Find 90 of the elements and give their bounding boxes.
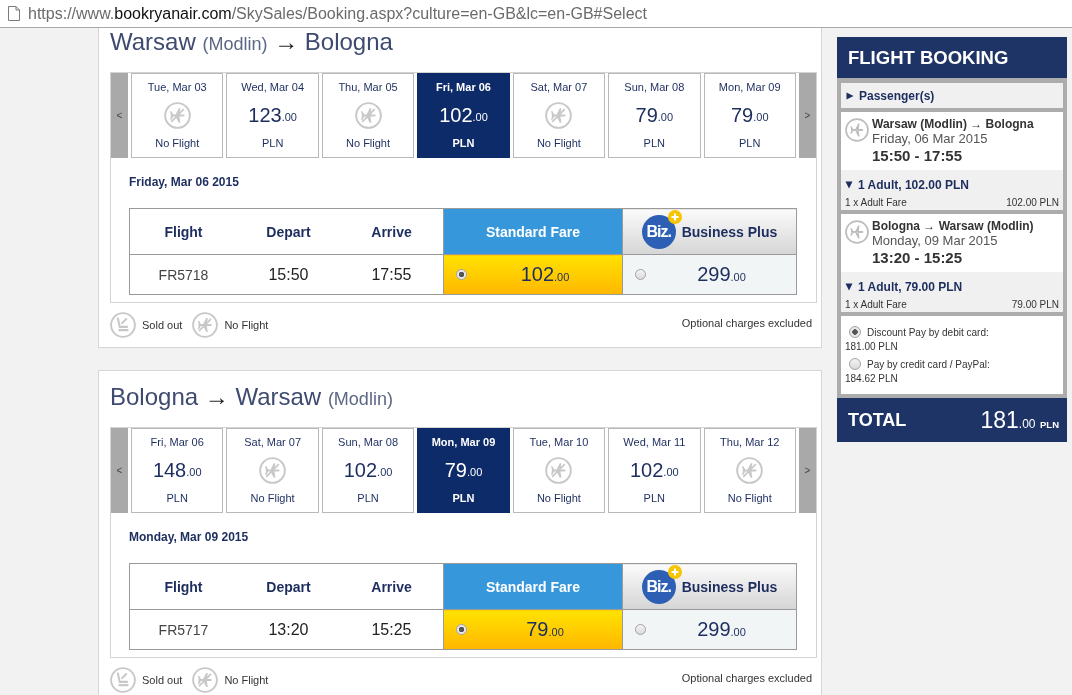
payment-label: Discount Pay by debit card: <box>867 326 989 338</box>
arrival-time: 17:55 <box>340 254 444 295</box>
departure-time: 15:50 <box>237 254 340 295</box>
fare-line-label: 1 x Adult Fare <box>845 299 907 311</box>
legend-label: No Flight <box>224 674 269 686</box>
plus-icon <box>667 209 682 224</box>
biz-logo: Biz. <box>641 214 676 249</box>
date-option[interactable]: Wed, Mar 11 102.00 PLN <box>608 428 701 513</box>
date-option[interactable]: Thu, Mar 12 No Flight <box>703 428 796 513</box>
date-option[interactable]: Thu, Mar 05 No Flight <box>321 73 415 158</box>
passengers-toggle[interactable]: Passenger(s) <box>841 83 1063 108</box>
address-field[interactable]: https://www.bookryanair.com/SkySales/Booking.aspx?culture=en-GB&lc=en-GB#Select <box>0 0 1072 28</box>
selected-date-heading: Friday, Mar 06 2015 <box>129 174 240 190</box>
seat-icon <box>110 667 136 693</box>
payment-amount: 184.62 PLN <box>845 372 899 386</box>
next-dates-button[interactable]: > <box>798 428 816 513</box>
fare-price: 299.00 <box>696 263 747 286</box>
total-label: TOTAL <box>848 409 907 431</box>
column-header: Standard Fare <box>443 208 623 255</box>
date-option[interactable]: Tue, Mar 03 No Flight <box>131 73 224 158</box>
route-title: Warsaw (Modlin) → Bologna <box>110 28 394 57</box>
date-option[interactable]: Sat, Mar 07 No Flight <box>512 73 606 158</box>
column-header: Depart <box>237 208 340 255</box>
column-label: Business Plus <box>681 223 778 240</box>
fare-radio[interactable] <box>455 269 467 280</box>
crossed-plane-icon <box>192 667 219 693</box>
plane-icon <box>845 118 869 142</box>
crossed-plane-icon <box>163 101 191 129</box>
sidebar-title: FLIGHT BOOKING <box>837 37 1067 78</box>
payment-amount: 181.00 PLN <box>845 340 899 354</box>
flight-number: FR5717 <box>129 609 237 650</box>
flight-times: 15:50 - 17:55 <box>872 147 964 165</box>
column-header: Flight <box>129 563 237 610</box>
fare-radio[interactable] <box>634 624 646 635</box>
crossed-plane-icon <box>736 456 764 484</box>
fare-price: 79.00 <box>525 618 565 641</box>
date-option[interactable]: Fri, Mar 06 102.00 PLN <box>417 73 510 158</box>
fare-summary-toggle[interactable]: 1 Adult, 79.00 PLN <box>845 280 963 294</box>
crossed-plane-icon <box>545 101 573 129</box>
legend-label: Sold out <box>142 674 183 686</box>
fare-line-amount: 79.00 PLN <box>1011 299 1059 311</box>
column-header: Standard Fare <box>443 563 623 610</box>
legend-label: No Flight <box>224 319 269 331</box>
flight-route: Bologna → Warsaw (Modlin) <box>872 219 1034 233</box>
date-option[interactable]: Fri, Mar 06 148.00 PLN <box>131 428 224 513</box>
payment-radio[interactable] <box>849 358 861 370</box>
fare-radio[interactable] <box>455 624 467 635</box>
plane-icon <box>845 220 869 244</box>
payment-radio[interactable] <box>849 326 861 338</box>
payment-label: Pay by credit card / PayPal: <box>867 358 990 370</box>
route-title: Bologna → Warsaw (Modlin) <box>110 383 394 412</box>
legend-label: Sold out <box>142 319 183 331</box>
flight-route: Warsaw (Modlin) → Bologna <box>872 117 1034 131</box>
crossed-plane-icon <box>354 101 382 129</box>
biz-logo: Biz. <box>641 569 676 604</box>
fare-radio[interactable] <box>634 269 646 280</box>
fare-price: 299.00 <box>696 618 747 641</box>
page-icon <box>8 6 20 21</box>
seat-icon <box>110 312 136 338</box>
flight-times: 13:20 - 15:25 <box>872 249 964 267</box>
selected-date-heading: Monday, Mar 09 2015 <box>129 529 250 545</box>
date-option[interactable]: Sun, Mar 08 79.00 PLN <box>608 73 701 158</box>
date-option[interactable]: Wed, Mar 04 123.00 PLN <box>226 73 319 158</box>
column-label: Business Plus <box>681 578 778 595</box>
charges-note: Optional charges excluded <box>681 672 812 684</box>
crossed-plane-icon <box>192 312 219 338</box>
previous-dates-button[interactable]: < <box>111 73 128 158</box>
crossed-plane-icon <box>545 456 573 484</box>
date-option[interactable]: Sat, Mar 07 No Flight <box>226 428 319 513</box>
flight-date: Friday, 06 Mar 2015 <box>872 131 989 147</box>
fare-line-label: 1 x Adult Fare <box>845 197 907 209</box>
fare-price: 102.00 <box>519 263 571 286</box>
flight-date: Monday, 09 Mar 2015 <box>872 233 999 249</box>
fare-summary-toggle[interactable]: 1 Adult, 102.00 PLN <box>845 178 969 192</box>
flight-number: FR5718 <box>129 254 237 295</box>
date-option[interactable]: Sun, Mar 08 102.00 PLN <box>321 428 415 513</box>
departure-time: 13:20 <box>237 609 340 650</box>
date-option[interactable]: Mon, Mar 09 79.00 PLN <box>417 428 510 513</box>
date-option[interactable]: Tue, Mar 10 No Flight <box>512 428 606 513</box>
arrival-time: 15:25 <box>340 609 444 650</box>
crossed-plane-icon <box>259 456 287 484</box>
total-amount: 181.00 PLN <box>980 406 1059 434</box>
charges-note: Optional charges excluded <box>681 317 812 329</box>
column-header: Depart <box>237 563 340 610</box>
plus-icon <box>667 564 682 579</box>
previous-dates-button[interactable]: < <box>111 428 128 513</box>
fare-line-amount: 102.00 PLN <box>1006 197 1059 209</box>
next-dates-button[interactable]: > <box>798 73 816 158</box>
column-header: Flight <box>129 208 237 255</box>
date-option[interactable]: Mon, Mar 09 79.00 PLN <box>703 73 796 158</box>
